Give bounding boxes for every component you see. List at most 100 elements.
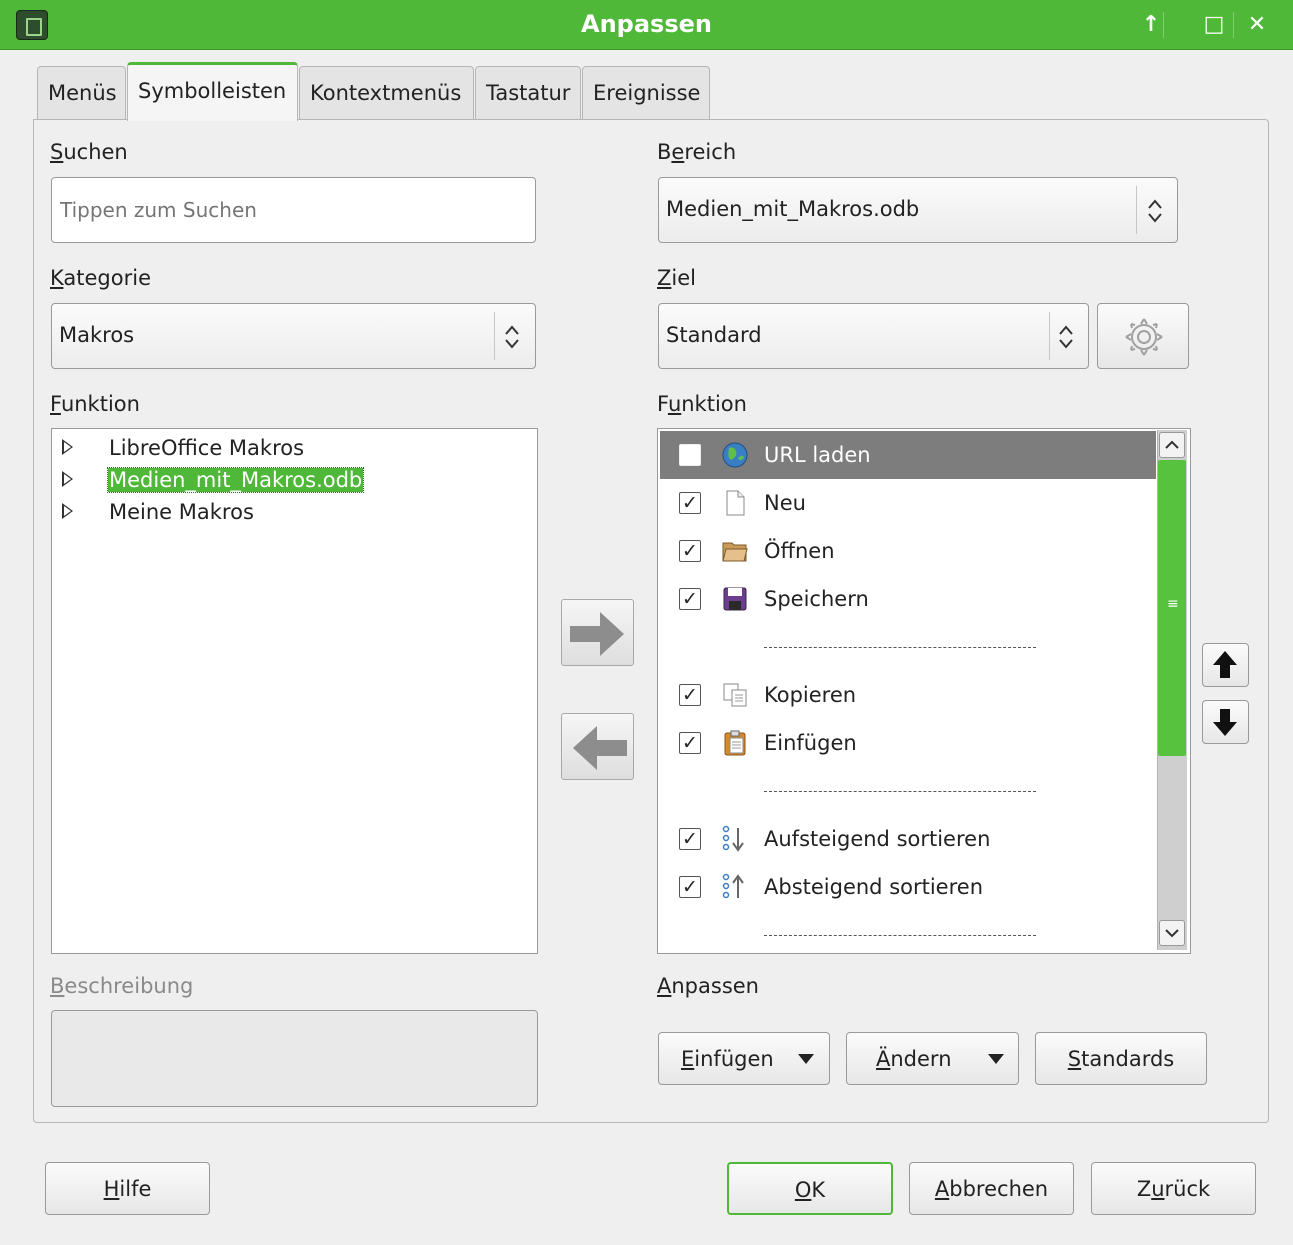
toolbar-settings-button[interactable] (1097, 303, 1189, 369)
list-separator (660, 767, 1156, 815)
target-value: Standard (666, 323, 762, 347)
list-item[interactable]: ✓ Einfügen (660, 719, 1156, 767)
separator-line (764, 791, 1036, 792)
list-item[interactable]: ✓ Aufsteigend sortieren (660, 815, 1156, 863)
checkbox[interactable]: ✓ (679, 732, 701, 754)
modify-menu-button[interactable]: Ändern (846, 1032, 1019, 1085)
folder-open-icon (722, 542, 748, 562)
updown-icon (1059, 325, 1073, 349)
checkbox[interactable]: ✓ (679, 828, 701, 850)
checkbox[interactable] (679, 444, 701, 466)
list-item[interactable]: ✓ Speichern (660, 575, 1156, 623)
list-item[interactable]: ✓ Absteigend sortieren (660, 863, 1156, 911)
tree-item-label: LibreOffice Makros (109, 436, 305, 460)
maximize-button[interactable]: □ (1197, 9, 1231, 41)
cancel-button[interactable]: Abbrechen (909, 1162, 1074, 1215)
close-button[interactable]: ✕ (1240, 9, 1274, 41)
tree-item-my-macros[interactable]: Meine Makros (52, 497, 532, 527)
dropdown-arrow-icon (988, 1054, 1004, 1064)
checkbox[interactable]: ✓ (679, 876, 701, 898)
list-item[interactable]: URL laden (660, 431, 1156, 479)
tree-item-libreoffice-macros[interactable]: LibreOffice Makros (52, 433, 532, 463)
toolbar-entries-list[interactable]: URL laden ✓ Neu ✓ Öffnen ✓ Speichern ✓ K… (657, 428, 1191, 954)
separator (1049, 312, 1050, 360)
checkbox[interactable]: ✓ (679, 540, 701, 562)
expand-icon[interactable] (62, 503, 73, 519)
scroll-down-button[interactable] (1159, 920, 1185, 946)
arrow-down-icon (1213, 709, 1237, 736)
expand-icon[interactable] (62, 471, 73, 487)
grip-icon: ≡ (1167, 596, 1179, 612)
customize-label: Anpassen (657, 974, 759, 998)
function-tree[interactable]: LibreOffice Makros Medien_mit_Makros.odb… (51, 428, 538, 954)
globe-icon (722, 442, 748, 468)
remove-command-button[interactable] (561, 713, 634, 780)
help-button[interactable]: Hilfe (45, 1162, 210, 1215)
function-label: Funktion (50, 392, 140, 416)
expand-icon[interactable] (62, 439, 73, 455)
copy-icon (723, 683, 747, 707)
keep-above-button[interactable]: ↑ (1134, 9, 1168, 41)
ok-button[interactable]: OK (727, 1162, 893, 1215)
window-title: Anpassen (581, 10, 712, 38)
separator (1233, 12, 1234, 38)
tab-context-menus[interactable]: Kontextmenüs (299, 66, 474, 120)
move-up-button[interactable] (1202, 643, 1249, 687)
target-select[interactable]: Standard (658, 303, 1089, 369)
scrollbar[interactable]: ≡ (1157, 430, 1187, 950)
save-icon (723, 587, 747, 611)
checkbox[interactable]: ✓ (679, 492, 701, 514)
scope-select[interactable]: Medien_mit_Makros.odb (658, 177, 1178, 243)
move-down-button[interactable] (1202, 700, 1249, 744)
add-command-button[interactable] (561, 599, 634, 666)
entry-label: Kopieren (764, 683, 857, 707)
scroll-thumb[interactable]: ≡ (1158, 460, 1186, 756)
tab-toolbars[interactable]: Symbolleisten (127, 62, 298, 121)
list-item[interactable]: ✓ Kopieren (660, 671, 1156, 719)
tab-menus[interactable]: Menüs (37, 66, 126, 120)
checkbox[interactable]: ✓ (679, 588, 701, 610)
tab-keyboard[interactable]: Tastatur (475, 66, 581, 120)
checkbox[interactable]: ✓ (679, 684, 701, 706)
list-item[interactable]: ✓ Neu (660, 479, 1156, 527)
chevron-down-icon (1165, 929, 1179, 938)
defaults-button[interactable]: Standards (1035, 1032, 1207, 1085)
tree-item-label: Meine Makros (109, 500, 254, 524)
scope-label: Bereich (657, 140, 737, 164)
category-label: Kategorie (50, 266, 151, 290)
chevron-up-icon (1165, 440, 1179, 449)
gear-icon (1125, 318, 1163, 356)
arrow-right-icon (570, 612, 624, 656)
updown-icon (1148, 199, 1162, 223)
arrow-left-icon (573, 726, 627, 770)
entry-label: Neu (764, 491, 806, 515)
insert-menu-button[interactable]: Einfügen (658, 1032, 830, 1085)
scroll-up-button[interactable] (1159, 432, 1185, 458)
entry-label: Öffnen (764, 539, 835, 563)
entry-label: URL laden (764, 443, 871, 467)
tab-events[interactable]: Ereignisse (582, 66, 710, 120)
separator (494, 312, 495, 360)
updown-icon (505, 325, 519, 349)
entry-label: Speichern (764, 587, 869, 611)
separator (1136, 186, 1137, 234)
entry-label: Einfügen (764, 731, 857, 755)
reset-button[interactable]: Zurück (1091, 1162, 1256, 1215)
entry-label: Aufsteigend sortieren (764, 827, 991, 851)
tree-item-medien-mit-makros[interactable]: Medien_mit_Makros.odb (52, 465, 532, 495)
target-label: Ziel (657, 266, 696, 290)
list-separator (660, 623, 1156, 671)
list-separator (660, 911, 1156, 953)
sort-descending-icon (722, 873, 744, 899)
search-label: Suchen (50, 140, 128, 164)
search-input[interactable] (51, 177, 536, 243)
description-box (51, 1010, 538, 1107)
new-document-icon (726, 490, 745, 516)
arrow-up-icon (1213, 651, 1237, 678)
entry-label: Absteigend sortieren (764, 875, 984, 899)
list-item[interactable]: ✓ Öffnen (660, 527, 1156, 575)
tree-item-label: Medien_mit_Makros.odb (106, 467, 365, 493)
category-select[interactable]: Makros (51, 303, 536, 369)
title-bar: Anpassen ↑ □ ✕ (0, 0, 1293, 50)
description-label: Beschreibung (50, 974, 194, 998)
